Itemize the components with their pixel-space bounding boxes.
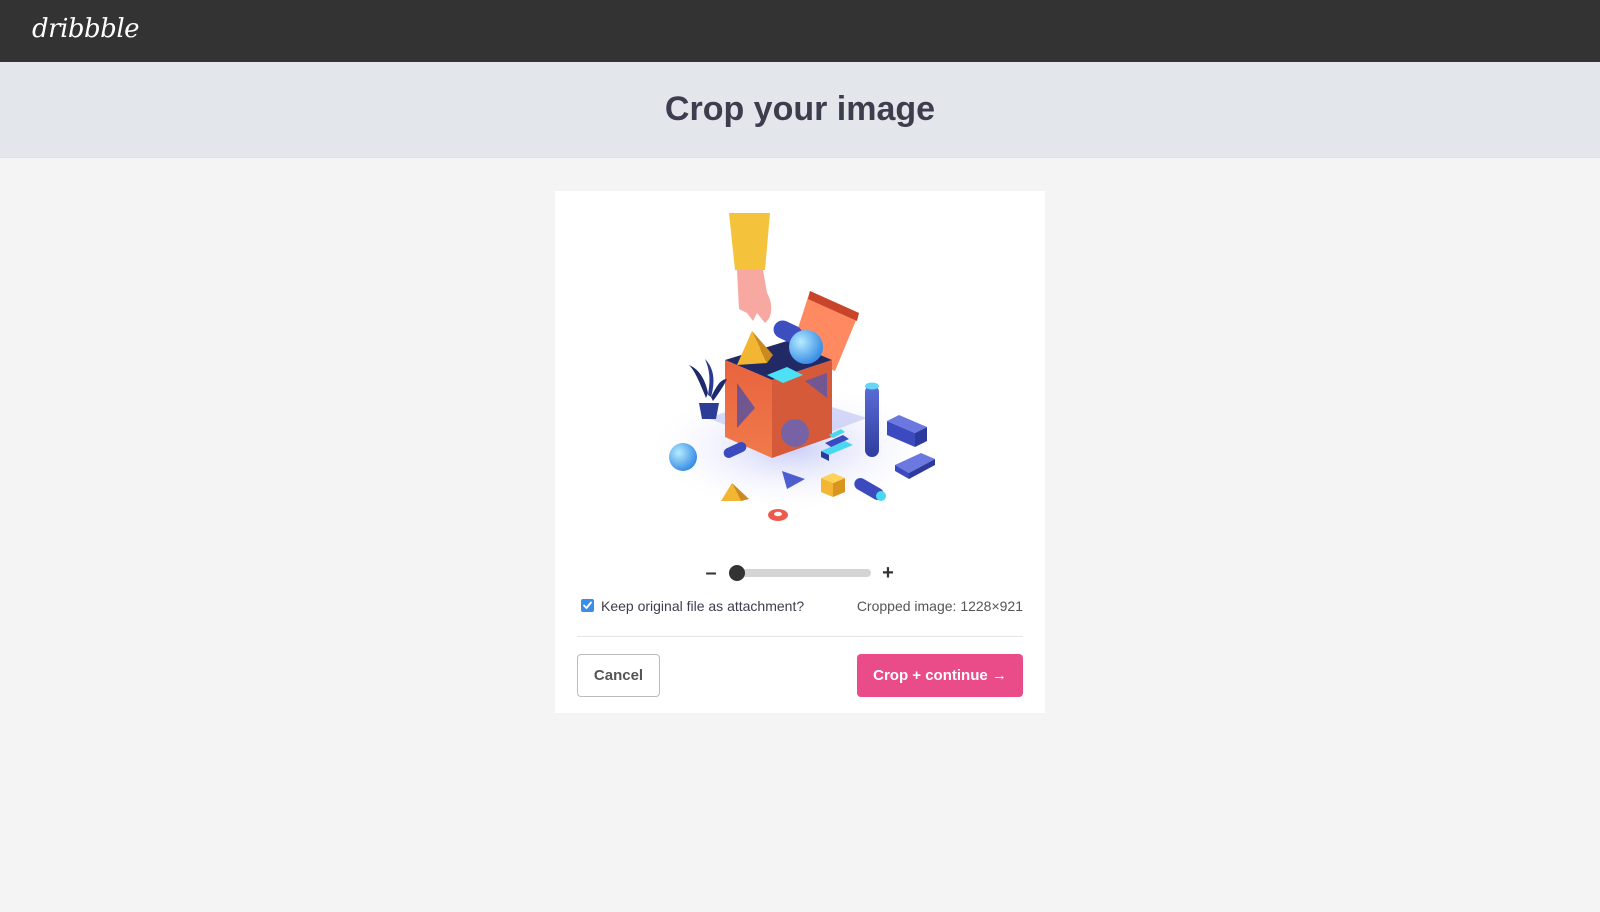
crop-options: Keep original file as attachment? Croppe… bbox=[577, 596, 1023, 616]
zoom-slider[interactable] bbox=[729, 565, 871, 581]
crop-image-area[interactable] bbox=[577, 213, 1023, 533]
keep-original-label[interactable]: Keep original file as attachment? bbox=[601, 598, 804, 614]
dribbble-logo[interactable]: dribbble bbox=[32, 14, 140, 44]
keep-original-checkbox[interactable] bbox=[581, 599, 594, 612]
box-illustration-image bbox=[642, 213, 942, 521]
zoom-out-button[interactable]: – bbox=[703, 562, 719, 584]
top-navbar: dribbble bbox=[0, 0, 1600, 62]
cancel-button[interactable]: Cancel bbox=[577, 654, 660, 697]
page-title: Crop your image bbox=[664, 90, 936, 128]
zoom-in-button[interactable]: + bbox=[880, 562, 896, 584]
divider bbox=[577, 636, 1023, 637]
zoom-control: – + bbox=[555, 562, 1045, 584]
crop-continue-button[interactable]: Crop + continue → bbox=[857, 654, 1023, 697]
cropped-image-size: Cropped image: 1228×921 bbox=[856, 598, 1023, 614]
crop-card: – + Keep original file as attachment? Cr… bbox=[555, 191, 1045, 713]
zoom-slider-thumb[interactable] bbox=[729, 565, 745, 581]
checkmark-icon bbox=[583, 601, 592, 609]
title-band: Crop your image bbox=[0, 62, 1600, 158]
